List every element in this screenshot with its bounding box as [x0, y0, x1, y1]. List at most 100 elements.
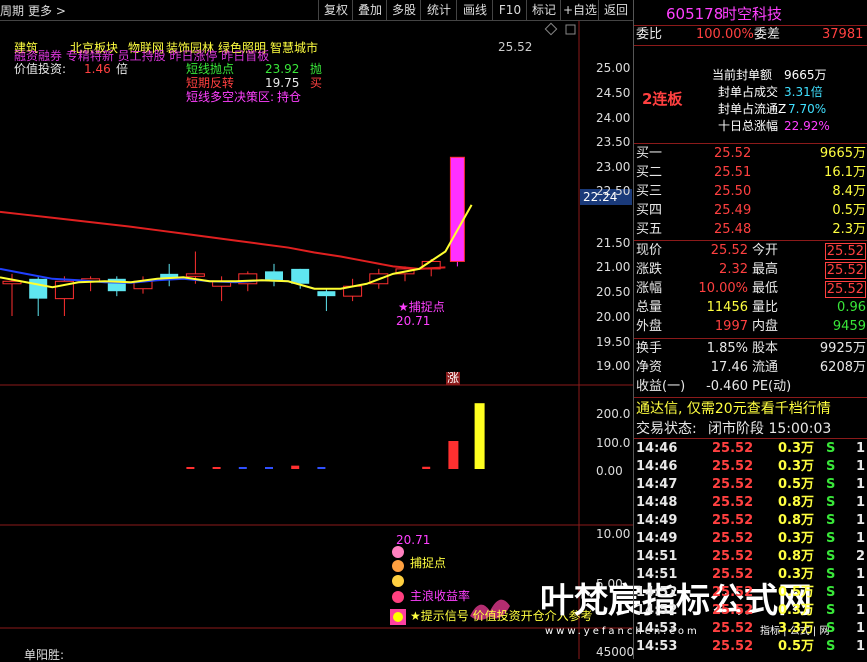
kline-chart-area[interactable]: 建筑 北京板块 物联网 装饰园林 绿色照明 智慧城市 融资融券 专精特新 员工持… [0, 21, 829, 662]
tick-volume: 0.5万 [778, 585, 815, 600]
stat-value: 7.70% [788, 102, 827, 116]
volume-bar [265, 467, 273, 469]
bid-row[interactable]: 买四 25.49 0.5万 [634, 202, 867, 220]
sell-signal-action: 抛 [310, 62, 323, 76]
quote-value: 10.00% [698, 281, 748, 296]
tick-time: 14:53 [636, 639, 678, 654]
quote-value: 0.96 [837, 300, 866, 315]
tick-row[interactable]: 14:51 25.52 0.8万 S 2 [634, 548, 867, 566]
lower-catch-label: 捕捉点 [410, 556, 447, 570]
fund-value: 6208万 [819, 360, 866, 375]
tick-row[interactable]: 14:46 25.52 0.3万 S 1 [634, 458, 867, 476]
mark-button[interactable]: 标记 [526, 0, 561, 20]
more-menu[interactable]: 更多 > [28, 2, 66, 19]
quote-row: 涨幅 10.00% 最低 25.52 [634, 280, 867, 298]
weibi-value: 100.00% [696, 27, 754, 42]
volume-bar [291, 465, 300, 469]
price-tick: 21.50 [596, 236, 631, 250]
tick-row[interactable]: 14:52 25.52 0.5万 S 1 [634, 584, 867, 602]
ma-red-line [0, 210, 446, 270]
f10-button[interactable]: F10 [492, 0, 527, 20]
quote-label: 量比 [752, 300, 779, 315]
stats-button[interactable]: 统计 [420, 0, 457, 20]
tick-row[interactable]: 14:49 25.52 0.8万 S 1 [634, 512, 867, 530]
tick-row[interactable]: 14:51 25.52 0.3万 S 1 [634, 566, 867, 584]
bid-volume: 2.3万 [832, 222, 866, 237]
tick-price: 25.52 [712, 459, 754, 474]
stat-label: 当前封单额 [712, 68, 773, 82]
diamond-icon[interactable] [544, 22, 558, 36]
tick-time: 14:51 [636, 549, 678, 564]
tick-price: 25.52 [712, 531, 754, 546]
tick-count: 2 [856, 549, 866, 564]
bid-price: 25.49 [714, 203, 752, 218]
tick-side: S [826, 459, 836, 474]
value-invest-unit: 倍 [116, 62, 129, 76]
tick-price: 25.52 [712, 567, 754, 582]
bid-label: 买四 [636, 203, 663, 218]
volume-bar [422, 466, 431, 469]
bid-volume: 9665万 [819, 146, 866, 161]
tick-side: S [826, 603, 836, 618]
tick-row[interactable]: 14:49 25.52 0.3万 S 1 [634, 530, 867, 548]
quote-value: 11456 [706, 300, 748, 315]
bid-row[interactable]: 买五 25.48 2.3万 [634, 221, 867, 239]
bid-row[interactable]: 买一 25.52 9665万 [634, 145, 867, 163]
add-watchlist-button[interactable]: +自选 [560, 0, 599, 20]
level2-notice[interactable]: 通达信, 仅需20元查看千档行情 [634, 399, 867, 419]
fund-label: 收益(一) [636, 379, 686, 394]
fund-value: -0.460 [706, 379, 748, 394]
fund-row: 换手 1.85% 股本 9925万 [634, 340, 867, 358]
multi-stock-button[interactable]: 多股 [386, 0, 421, 20]
quote-value: 25.52 [824, 281, 866, 298]
bid-row[interactable]: 买三 25.50 8.4万 [634, 183, 867, 201]
tick-price: 25.52 [712, 621, 754, 636]
candle-body [317, 291, 336, 297]
volume-bar [186, 467, 195, 469]
price-tick: 19.50 [596, 335, 631, 349]
tick-side: S [826, 495, 836, 510]
tick-price: 25.52 [712, 549, 754, 564]
notice-text[interactable]: 通达信, 仅需20元查看千档行情 [636, 399, 831, 419]
tick-row[interactable]: 14:48 25.52 0.8万 S 1 [634, 494, 867, 512]
fund-label: 净资 [636, 360, 663, 375]
tick-side: S [826, 513, 836, 528]
tick-volume: 0.3万 [778, 459, 815, 474]
tick-volume: 0.8万 [778, 513, 815, 528]
toolbar: 周期 更多 > 复权 叠加 多股 统计 画线 F10 标记 +自选 返回 [0, 0, 633, 21]
indicator-tick: 10.00 [596, 527, 631, 541]
tick-price: 25.52 [712, 585, 754, 600]
tick-row[interactable]: 14:46 25.52 0.3万 S 1 [634, 440, 867, 458]
status-label: 交易状态: [636, 421, 697, 437]
adjust-button[interactable]: 复权 [318, 0, 353, 20]
tick-volume: 0.8万 [778, 549, 815, 564]
fund-value: 1.85% [706, 341, 748, 356]
bid-volume: 16.1万 [824, 165, 866, 180]
trade-status-row: 交易状态: 闭市阶段 15:00:03 [634, 419, 867, 439]
back-button[interactable]: 返回 [598, 0, 633, 20]
tick-row[interactable]: 14:47 25.52 0.5万 S 1 [634, 476, 867, 494]
tick-row[interactable]: 14:52 25.52 0.3万 S 1 [634, 602, 867, 620]
quote-label: 总量 [636, 300, 663, 315]
seal-volume-row: 封单占成交 3.31倍 [634, 83, 867, 101]
bid-label: 买五 [636, 222, 663, 237]
period-menu[interactable]: 周期 [0, 2, 24, 19]
sector-label: 智慧城市 [270, 41, 319, 55]
bid-price: 25.51 [714, 165, 752, 180]
quote-label: 最高 [752, 262, 779, 277]
tick-row[interactable]: 14:53 25.52 3.3万 S 1 [634, 620, 867, 638]
bid-row[interactable]: 买二 25.51 16.1万 [634, 164, 867, 182]
tick-volume: 0.3万 [778, 603, 815, 618]
volume-bar [238, 467, 247, 469]
quote-panel: 605178 时空科技 委比 100.00% 委差 37981 2连板 当前封单… [633, 0, 867, 659]
tick-side: S [826, 567, 836, 582]
stat-label: 十日总涨幅 [718, 119, 779, 133]
draw-line-button[interactable]: 画线 [456, 0, 493, 20]
stat-value: 3.31倍 [784, 85, 823, 99]
tick-time: 14:51 [636, 567, 678, 582]
tick-row[interactable]: 14:53 25.52 0.5万 S 1 [634, 638, 867, 656]
window-toggle-icon[interactable] [565, 24, 576, 35]
overlay-button[interactable]: 叠加 [352, 0, 387, 20]
volume-bar [317, 467, 326, 469]
tick-volume: 3.3万 [778, 621, 815, 636]
